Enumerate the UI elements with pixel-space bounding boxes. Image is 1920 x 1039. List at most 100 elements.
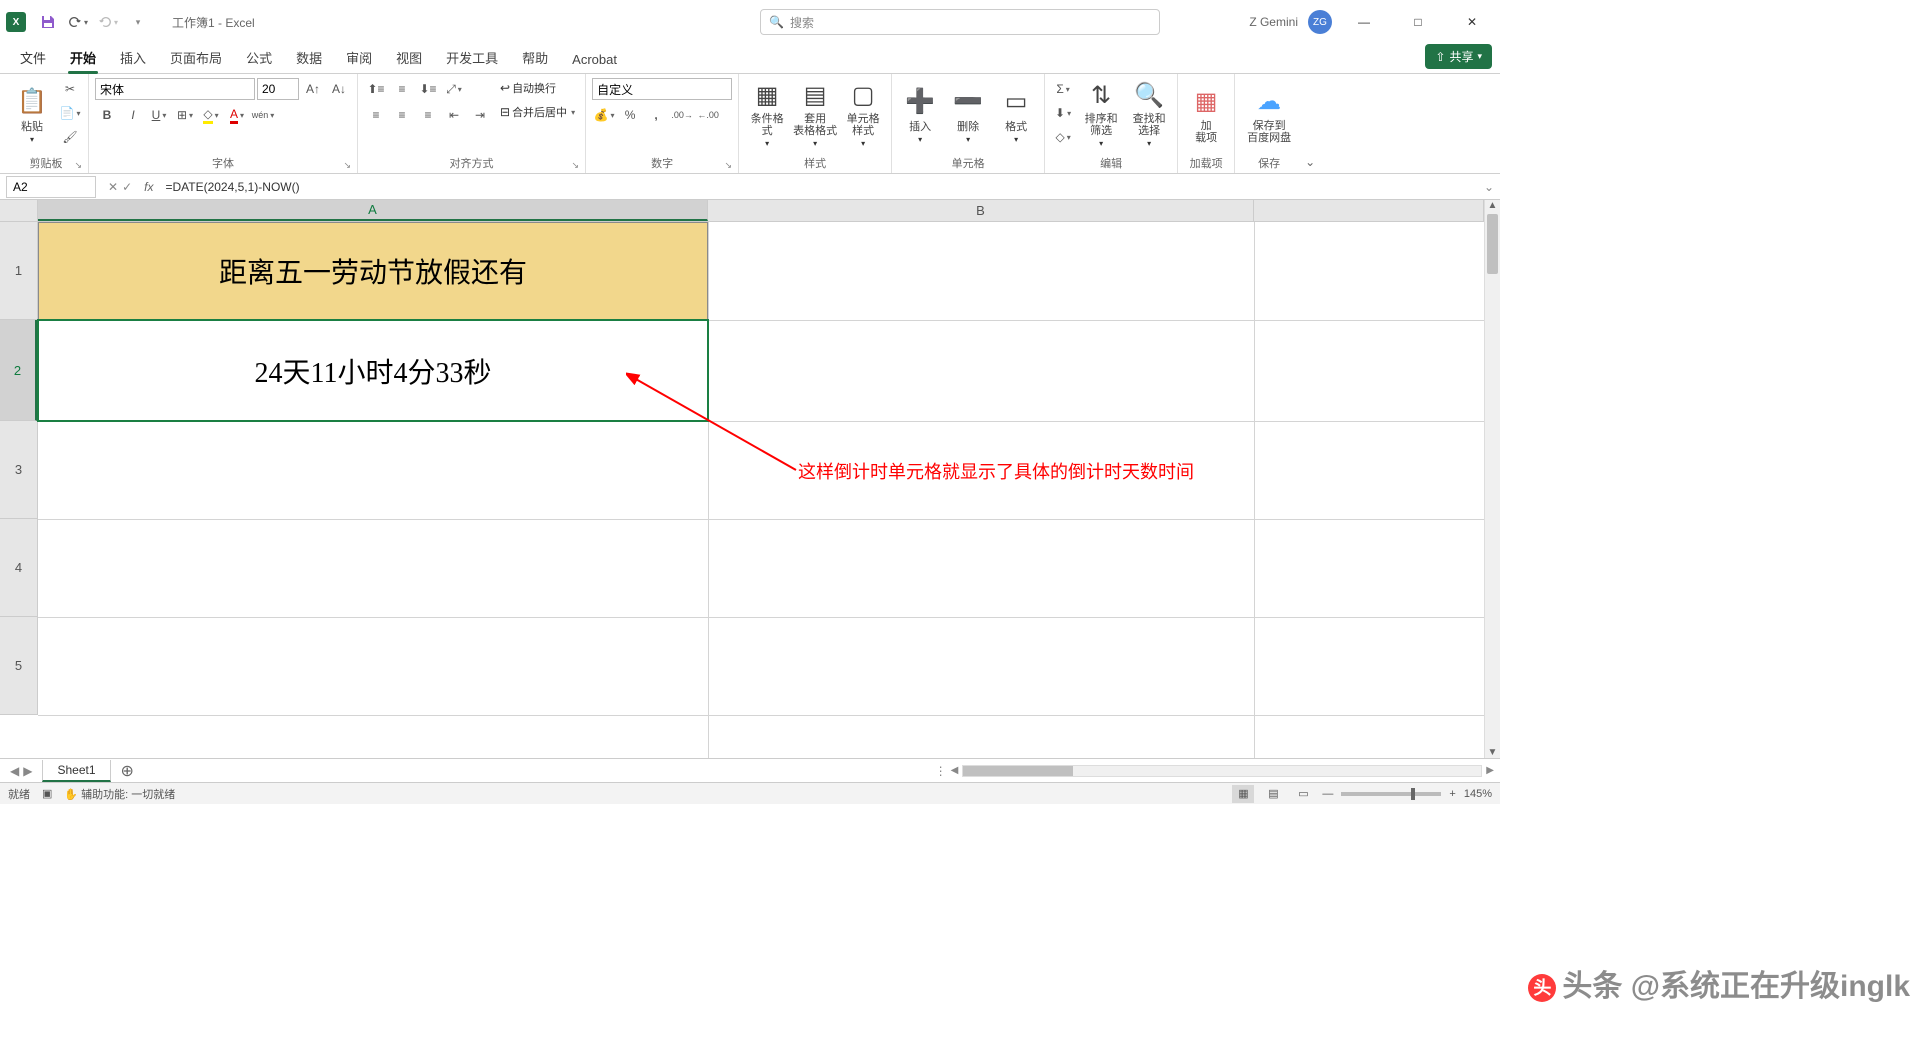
macro-record-icon[interactable]: ▣ bbox=[42, 787, 52, 800]
zoom-out-button[interactable]: ― bbox=[1322, 788, 1333, 800]
orientation-button[interactable]: ⤢ bbox=[442, 78, 466, 100]
merge-center-button[interactable]: ⊟合并后居中 bbox=[496, 102, 579, 122]
launcher-icon[interactable]: ↘ bbox=[74, 160, 82, 171]
accessibility-status[interactable]: ✋ 辅助功能: 一切就绪 bbox=[64, 786, 175, 802]
cut-button[interactable]: ✂ bbox=[58, 78, 82, 100]
row-header-1[interactable]: 1 bbox=[0, 222, 37, 320]
collapse-ribbon-button[interactable]: ⌄ bbox=[1305, 155, 1315, 169]
search-box[interactable]: 🔍 搜索 bbox=[760, 9, 1160, 35]
fill-color-button[interactable]: ◇ bbox=[199, 104, 223, 126]
cell-styles-button[interactable]: ▢单元格样式▾ bbox=[841, 78, 885, 150]
share-button[interactable]: ⇧共享▾ bbox=[1425, 44, 1492, 69]
hscroll-right-icon[interactable]: ▶ bbox=[1486, 765, 1494, 776]
sheet-bar-options-icon[interactable]: ⋮ bbox=[935, 764, 947, 778]
sheet-next-button[interactable]: ▶ bbox=[23, 764, 32, 778]
conditional-format-button[interactable]: ▦条件格式▾ bbox=[745, 78, 789, 150]
col-header-c[interactable] bbox=[1254, 200, 1484, 221]
cells-area[interactable]: 距离五一劳动节放假还有 24天11小时4分33秒 这样倒计时单元格就显示了具体的… bbox=[38, 222, 1484, 758]
redo-button[interactable] bbox=[94, 8, 122, 36]
align-left-button[interactable]: ≡ bbox=[364, 104, 388, 126]
decrease-indent-button[interactable]: ⇤ bbox=[442, 104, 466, 126]
clear-button[interactable]: ◇ bbox=[1051, 126, 1075, 148]
add-sheet-button[interactable]: ⊕ bbox=[111, 761, 144, 781]
tab-acrobat[interactable]: Acrobat bbox=[560, 46, 629, 73]
accounting-format-button[interactable]: 💰 bbox=[592, 104, 616, 126]
font-name-select[interactable] bbox=[95, 78, 255, 100]
tab-view[interactable]: 视图 bbox=[384, 42, 434, 73]
zoom-in-button[interactable]: + bbox=[1449, 788, 1455, 800]
cell-a2-selected[interactable]: 24天11小时4分33秒 bbox=[37, 319, 709, 422]
row-header-5[interactable]: 5 bbox=[0, 617, 37, 715]
comma-button[interactable]: , bbox=[644, 104, 668, 126]
save-baidu-button[interactable]: ☁保存到 百度网盘 bbox=[1241, 78, 1297, 150]
decrease-font-button[interactable]: A↓ bbox=[327, 78, 351, 100]
format-cells-button[interactable]: ▭格式▾ bbox=[994, 78, 1038, 150]
save-icon[interactable] bbox=[34, 8, 62, 36]
wrap-text-button[interactable]: ↩自动换行 bbox=[496, 78, 579, 98]
minimize-button[interactable]: ― bbox=[1342, 7, 1386, 37]
tab-developer[interactable]: 开发工具 bbox=[434, 42, 510, 73]
col-header-b[interactable]: B bbox=[708, 200, 1254, 221]
col-header-a[interactable]: A bbox=[38, 200, 708, 221]
scroll-up-icon[interactable]: ▲ bbox=[1485, 200, 1500, 211]
autosum-button[interactable]: Σ bbox=[1051, 78, 1075, 100]
paste-button[interactable]: 📋 粘贴▾ bbox=[10, 78, 54, 150]
page-break-view-button[interactable]: ▭ bbox=[1292, 785, 1314, 803]
copy-button[interactable]: 📄 bbox=[58, 102, 82, 124]
addins-button[interactable]: ▦加 载项 bbox=[1184, 78, 1228, 150]
insert-cells-button[interactable]: ➕插入▾ bbox=[898, 78, 942, 150]
phonetic-button[interactable]: wén bbox=[251, 104, 275, 126]
page-layout-view-button[interactable]: ▤ bbox=[1262, 785, 1284, 803]
underline-button[interactable]: U bbox=[147, 104, 171, 126]
cancel-formula-icon[interactable]: ✕ bbox=[108, 180, 118, 194]
align-center-button[interactable]: ≡ bbox=[390, 104, 414, 126]
format-table-button[interactable]: ▤套用 表格格式▾ bbox=[793, 78, 837, 150]
percent-button[interactable]: % bbox=[618, 104, 642, 126]
sort-filter-button[interactable]: ⇅排序和筛选▾ bbox=[1079, 78, 1123, 150]
tab-data[interactable]: 数据 bbox=[284, 42, 334, 73]
launcher-icon[interactable]: ↘ bbox=[725, 160, 733, 171]
zoom-slider[interactable] bbox=[1341, 792, 1441, 796]
user-avatar[interactable]: ZG bbox=[1308, 10, 1332, 34]
increase-decimal-button[interactable]: .00→ bbox=[670, 104, 694, 126]
align-bottom-button[interactable]: ⬇≡ bbox=[416, 78, 440, 100]
align-right-button[interactable]: ≡ bbox=[416, 104, 440, 126]
border-button[interactable]: ⊞ bbox=[173, 104, 197, 126]
number-format-select[interactable] bbox=[592, 78, 732, 100]
tab-formulas[interactable]: 公式 bbox=[234, 42, 284, 73]
font-color-button[interactable]: A bbox=[225, 104, 249, 126]
name-box[interactable] bbox=[6, 176, 96, 198]
row-header-3[interactable]: 3 bbox=[0, 421, 37, 519]
undo-button[interactable] bbox=[64, 8, 92, 36]
find-select-button[interactable]: 🔍查找和选择▾ bbox=[1127, 78, 1171, 150]
vertical-scrollbar[interactable]: ▲ ▼ bbox=[1484, 200, 1500, 758]
delete-cells-button[interactable]: ➖删除▾ bbox=[946, 78, 990, 150]
maximize-button[interactable]: □ bbox=[1396, 7, 1440, 37]
italic-button[interactable]: I bbox=[121, 104, 145, 126]
zoom-level[interactable]: 145% bbox=[1464, 788, 1492, 800]
cell-a1[interactable]: 距离五一劳动节放假还有 bbox=[38, 222, 708, 320]
fill-button[interactable]: ⬇ bbox=[1051, 102, 1075, 124]
bold-button[interactable]: B bbox=[95, 104, 119, 126]
select-all-corner[interactable] bbox=[0, 200, 38, 222]
tab-insert[interactable]: 插入 bbox=[108, 42, 158, 73]
fx-icon[interactable]: fx bbox=[138, 180, 159, 194]
decrease-decimal-button[interactable]: ←.00 bbox=[696, 104, 720, 126]
align-middle-button[interactable]: ≡ bbox=[390, 78, 414, 100]
tab-home[interactable]: 开始 bbox=[58, 42, 108, 73]
zoom-knob[interactable] bbox=[1411, 788, 1415, 800]
close-button[interactable]: ✕ bbox=[1450, 7, 1494, 37]
vscroll-thumb[interactable] bbox=[1487, 214, 1498, 274]
align-top-button[interactable]: ⬆≡ bbox=[364, 78, 388, 100]
launcher-icon[interactable]: ↘ bbox=[343, 160, 351, 171]
row-header-2[interactable]: 2 bbox=[0, 320, 37, 421]
horizontal-scrollbar[interactable] bbox=[962, 765, 1482, 777]
hscroll-left-icon[interactable]: ◀ bbox=[951, 765, 959, 776]
qat-customize-icon[interactable]: ▾ bbox=[124, 8, 152, 36]
font-size-select[interactable] bbox=[257, 78, 299, 100]
normal-view-button[interactable]: ▦ bbox=[1232, 785, 1254, 803]
expand-formula-bar-button[interactable]: ⌄ bbox=[1478, 180, 1500, 194]
row-header-4[interactable]: 4 bbox=[0, 519, 37, 617]
tab-review[interactable]: 审阅 bbox=[334, 42, 384, 73]
increase-indent-button[interactable]: ⇥ bbox=[468, 104, 492, 126]
